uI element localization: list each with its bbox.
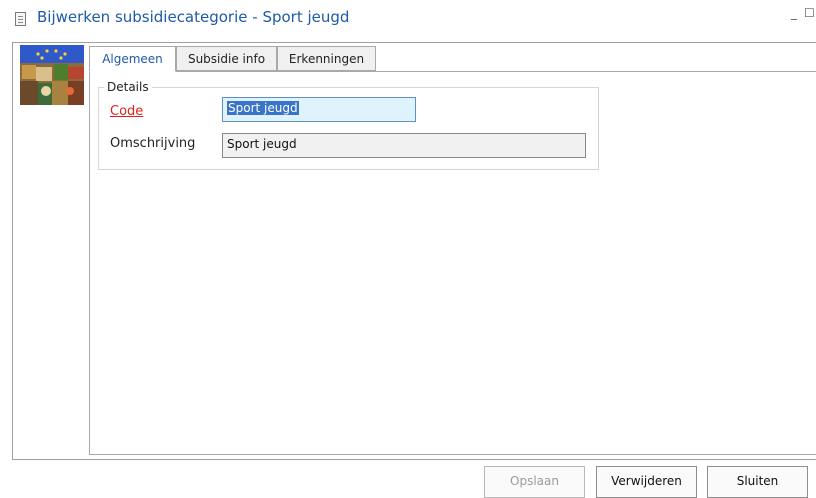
tab-erkenningen[interactable]: Erkenningen [277,46,376,71]
maximize-button[interactable]: ☐ [804,6,815,20]
document-icon [15,12,26,26]
omschrijving-label: Omschrijving [110,136,196,151]
save-button[interactable]: Opslaan [484,466,585,498]
tab-subsidie-info[interactable]: Subsidie info [176,46,277,71]
window-title: Bijwerken subsidiecategorie - Sport jeug… [37,8,350,26]
title-bar: Bijwerken subsidiecategorie - Sport jeug… [0,0,816,38]
category-logo-image [20,45,84,105]
close-button[interactable]: Sluiten [707,466,808,498]
minimize-button[interactable]: _ [791,6,797,20]
code-input[interactable]: Sport jeugd [222,97,416,122]
omschrijving-input[interactable]: Sport jeugd [222,133,586,158]
details-legend: Details [104,80,152,94]
code-label: Code [110,104,144,119]
code-input-value: Sport jeugd [227,101,299,115]
delete-button[interactable]: Verwijderen [596,466,697,498]
tab-algemeen[interactable]: Algemeen [89,46,176,72]
